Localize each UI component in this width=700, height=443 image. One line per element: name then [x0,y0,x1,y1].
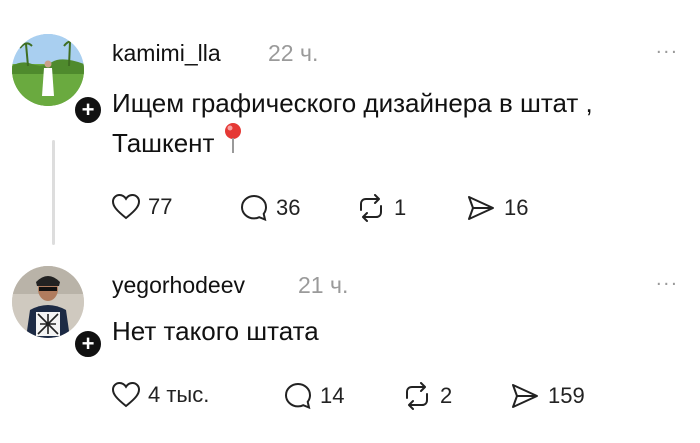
send-icon [466,194,496,222]
repost-icon [402,382,432,410]
timestamp: 22 ч. [268,40,319,66]
round-pushpin-icon [222,122,244,164]
like-count: 4 тыс. [148,382,210,407]
reply-count: 14 [320,383,345,408]
more-options-button[interactable]: ... [656,36,679,59]
share-count: 159 [548,383,585,408]
avatar[interactable] [12,34,84,106]
username[interactable]: kamimi_lla [112,40,221,67]
post-text: Ищем графического дизайнера в штат , Таш… [112,84,593,164]
share-button[interactable]: 159 [510,382,585,410]
like-count: 77 [148,194,173,219]
heart-icon [112,194,140,220]
follow-button[interactable]: + [72,328,104,360]
reply-button[interactable]: 36 [240,194,300,222]
share-count: 16 [504,195,529,220]
reply-button[interactable]: 14 [284,382,344,410]
reply-count: 36 [276,195,301,220]
repost-button[interactable]: 1 [356,194,406,222]
post-text-line: Ищем графического дизайнера в штат , [112,88,593,118]
follow-button[interactable]: + [72,94,104,126]
repost-count: 2 [440,383,453,408]
repost-icon [356,194,386,222]
avatar[interactable] [12,266,84,338]
comment-icon [284,382,312,410]
timestamp: 21 ч. [298,272,349,298]
repost-count: 1 [394,195,407,220]
thread-line [52,140,55,245]
comment-icon [240,194,268,222]
like-button[interactable]: 77 [112,194,172,220]
like-button[interactable]: 4 тыс. [112,382,209,408]
share-button[interactable]: 16 [466,194,528,222]
post-text: Нет такого штата [112,316,319,346]
username[interactable]: yegorhodeev [112,272,245,299]
thread-post: + kamimi_lla 22 ч. ... Ищем графического… [0,0,700,258]
post-text-line: Ташкент [112,128,215,158]
send-icon [510,382,540,410]
repost-button[interactable]: 2 [402,382,452,410]
more-options-button[interactable]: ... [656,268,679,291]
heart-icon [112,382,140,408]
